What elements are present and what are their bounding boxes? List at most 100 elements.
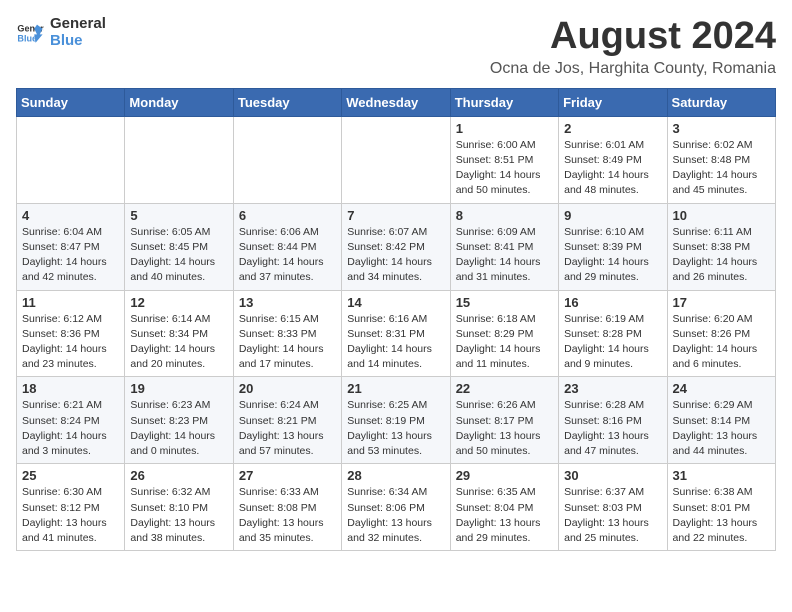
cell-sun-info: Sunrise: 6:18 AMSunset: 8:29 PMDaylight:…	[456, 312, 553, 373]
calendar-cell: 20 Sunrise: 6:24 AMSunset: 8:21 PMDayligh…	[233, 377, 341, 464]
day-number: 5	[130, 208, 227, 223]
day-number: 13	[239, 295, 336, 310]
calendar-cell: 21 Sunrise: 6:25 AMSunset: 8:19 PMDayligh…	[342, 377, 450, 464]
day-number: 16	[564, 295, 661, 310]
cell-sun-info: Sunrise: 6:25 AMSunset: 8:19 PMDaylight:…	[347, 398, 444, 459]
calendar-cell: 24 Sunrise: 6:29 AMSunset: 8:14 PMDayligh…	[667, 377, 775, 464]
calendar-cell	[17, 116, 125, 203]
cell-sun-info: Sunrise: 6:20 AMSunset: 8:26 PMDaylight:…	[673, 312, 770, 373]
calendar-cell: 12Sunrise: 6:14 AMSunset: 8:34 PMDayligh…	[125, 290, 233, 377]
cell-sun-info: Sunrise: 6:38 AMSunset: 8:01 PMDaylight:…	[673, 485, 770, 546]
day-number: 23	[564, 381, 661, 396]
day-number: 25	[22, 468, 119, 483]
calendar-cell: 14Sunrise: 6:16 AMSunset: 8:31 PMDayligh…	[342, 290, 450, 377]
calendar-cell: 16Sunrise: 6:19 AMSunset: 8:28 PMDayligh…	[559, 290, 667, 377]
week-row-1: 1 Sunrise: 6:00 AMSunset: 8:51 PMDaylight…	[17, 116, 776, 203]
calendar-table: SundayMondayTuesdayWednesdayThursdayFrid…	[16, 88, 776, 551]
day-number: 18	[22, 381, 119, 396]
calendar-cell: 23 Sunrise: 6:28 AMSunset: 8:16 PMDayligh…	[559, 377, 667, 464]
calendar-cell: 10Sunrise: 6:11 AMSunset: 8:38 PMDayligh…	[667, 203, 775, 290]
day-number: 19	[130, 381, 227, 396]
day-number: 15	[456, 295, 553, 310]
calendar-cell: 11 Sunrise: 6:12 AMSunset: 8:36 PMDayligh…	[17, 290, 125, 377]
month-title: August 2024	[490, 16, 776, 58]
day-number: 6	[239, 208, 336, 223]
cell-sun-info: Sunrise: 6:23 AMSunset: 8:23 PMDaylight:…	[130, 398, 227, 459]
cell-sun-info: Sunrise: 6:28 AMSunset: 8:16 PMDaylight:…	[564, 398, 661, 459]
header-row: SundayMondayTuesdayWednesdayThursdayFrid…	[17, 88, 776, 116]
cell-sun-info: Sunrise: 6:37 AMSunset: 8:03 PMDaylight:…	[564, 485, 661, 546]
calendar-cell: 26Sunrise: 6:32 AMSunset: 8:10 PMDayligh…	[125, 464, 233, 551]
calendar-cell: 25 Sunrise: 6:30 AMSunset: 8:12 PMDayligh…	[17, 464, 125, 551]
day-number: 14	[347, 295, 444, 310]
calendar-cell: 1 Sunrise: 6:00 AMSunset: 8:51 PMDaylight…	[450, 116, 558, 203]
day-number: 28	[347, 468, 444, 483]
calendar-cell: 13Sunrise: 6:15 AMSunset: 8:33 PMDayligh…	[233, 290, 341, 377]
day-number: 27	[239, 468, 336, 483]
cell-sun-info: Sunrise: 6:35 AMSunset: 8:04 PMDaylight:…	[456, 485, 553, 546]
logo-icon: General Blue	[16, 19, 44, 47]
calendar-cell: 9 Sunrise: 6:10 AMSunset: 8:39 PMDaylight…	[559, 203, 667, 290]
cell-sun-info: Sunrise: 6:34 AMSunset: 8:06 PMDaylight:…	[347, 485, 444, 546]
title-area: August 2024 Ocna de Jos, Harghita County…	[490, 16, 776, 78]
calendar-cell	[342, 116, 450, 203]
calendar-cell: 31 Sunrise: 6:38 AMSunset: 8:01 PMDayligh…	[667, 464, 775, 551]
cell-sun-info: Sunrise: 6:05 AMSunset: 8:45 PMDaylight:…	[130, 225, 227, 286]
cell-sun-info: Sunrise: 6:24 AMSunset: 8:21 PMDaylight:…	[239, 398, 336, 459]
calendar-cell: 30 Sunrise: 6:37 AMSunset: 8:03 PMDayligh…	[559, 464, 667, 551]
day-number: 12	[130, 295, 227, 310]
week-row-4: 18Sunrise: 6:21 AMSunset: 8:24 PMDayligh…	[17, 377, 776, 464]
logo-general: General	[50, 16, 106, 33]
cell-sun-info: Sunrise: 6:26 AMSunset: 8:17 PMDaylight:…	[456, 398, 553, 459]
day-number: 20	[239, 381, 336, 396]
cell-sun-info: Sunrise: 6:12 AMSunset: 8:36 PMDaylight:…	[22, 312, 119, 373]
calendar-cell: 22 Sunrise: 6:26 AMSunset: 8:17 PMDayligh…	[450, 377, 558, 464]
calendar-cell: 19 Sunrise: 6:23 AMSunset: 8:23 PMDayligh…	[125, 377, 233, 464]
day-number: 22	[456, 381, 553, 396]
day-number: 21	[347, 381, 444, 396]
cell-sun-info: Sunrise: 6:29 AMSunset: 8:14 PMDaylight:…	[673, 398, 770, 459]
calendar-cell: 4Sunrise: 6:04 AMSunset: 8:47 PMDaylight…	[17, 203, 125, 290]
day-number: 11	[22, 295, 119, 310]
logo: General Blue General Blue	[16, 16, 106, 49]
calendar-cell: 6 Sunrise: 6:06 AMSunset: 8:44 PMDaylight…	[233, 203, 341, 290]
logo-blue: Blue	[50, 33, 106, 50]
header-monday: Monday	[125, 88, 233, 116]
day-number: 9	[564, 208, 661, 223]
calendar-cell: 5 Sunrise: 6:05 AMSunset: 8:45 PMDaylight…	[125, 203, 233, 290]
day-number: 24	[673, 381, 770, 396]
cell-sun-info: Sunrise: 6:30 AMSunset: 8:12 PMDaylight:…	[22, 485, 119, 546]
calendar-cell: 7 Sunrise: 6:07 AMSunset: 8:42 PMDaylight…	[342, 203, 450, 290]
calendar-cell: 27Sunrise: 6:33 AMSunset: 8:08 PMDayligh…	[233, 464, 341, 551]
day-number: 29	[456, 468, 553, 483]
cell-sun-info: Sunrise: 6:06 AMSunset: 8:44 PMDaylight:…	[239, 225, 336, 286]
calendar-cell: 2Sunrise: 6:01 AMSunset: 8:49 PMDaylight…	[559, 116, 667, 203]
cell-sun-info: Sunrise: 6:04 AMSunset: 8:47 PMDaylight:…	[22, 225, 119, 286]
day-number: 7	[347, 208, 444, 223]
day-number: 2	[564, 121, 661, 136]
cell-sun-info: Sunrise: 6:00 AMSunset: 8:51 PMDaylight:…	[456, 138, 553, 199]
calendar-cell: 8Sunrise: 6:09 AMSunset: 8:41 PMDaylight…	[450, 203, 558, 290]
week-row-2: 4Sunrise: 6:04 AMSunset: 8:47 PMDaylight…	[17, 203, 776, 290]
header-thursday: Thursday	[450, 88, 558, 116]
calendar-cell: 18Sunrise: 6:21 AMSunset: 8:24 PMDayligh…	[17, 377, 125, 464]
day-number: 3	[673, 121, 770, 136]
svg-text:Blue: Blue	[17, 33, 37, 43]
cell-sun-info: Sunrise: 6:07 AMSunset: 8:42 PMDaylight:…	[347, 225, 444, 286]
header-sunday: Sunday	[17, 88, 125, 116]
day-number: 26	[130, 468, 227, 483]
day-number: 8	[456, 208, 553, 223]
header-tuesday: Tuesday	[233, 88, 341, 116]
cell-sun-info: Sunrise: 6:10 AMSunset: 8:39 PMDaylight:…	[564, 225, 661, 286]
week-row-3: 11 Sunrise: 6:12 AMSunset: 8:36 PMDayligh…	[17, 290, 776, 377]
cell-sun-info: Sunrise: 6:11 AMSunset: 8:38 PMDaylight:…	[673, 225, 770, 286]
day-number: 31	[673, 468, 770, 483]
location-subtitle: Ocna de Jos, Harghita County, Romania	[490, 60, 776, 78]
page-header: General Blue General Blue August 2024 Oc…	[16, 16, 776, 78]
calendar-cell: 28 Sunrise: 6:34 AMSunset: 8:06 PMDayligh…	[342, 464, 450, 551]
day-number: 17	[673, 295, 770, 310]
week-row-5: 25 Sunrise: 6:30 AMSunset: 8:12 PMDayligh…	[17, 464, 776, 551]
day-number: 1	[456, 121, 553, 136]
calendar-cell: 29 Sunrise: 6:35 AMSunset: 8:04 PMDayligh…	[450, 464, 558, 551]
day-number: 30	[564, 468, 661, 483]
